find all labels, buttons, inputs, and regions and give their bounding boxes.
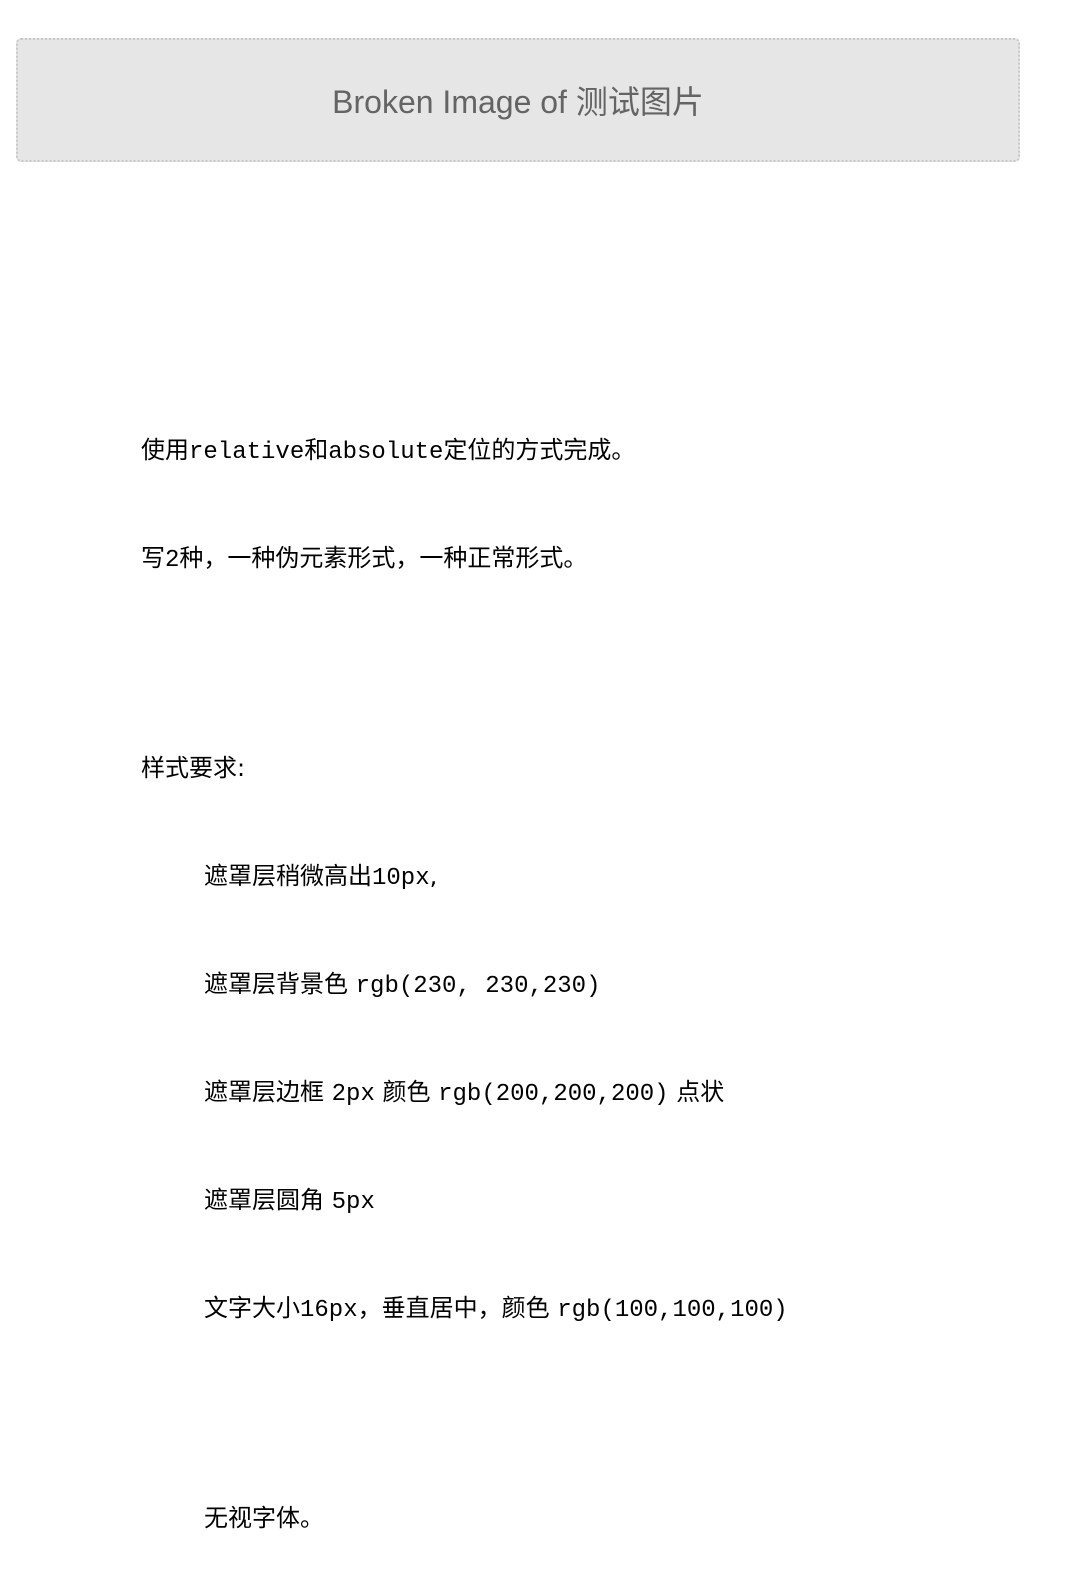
text-segment: 颜色 xyxy=(374,1078,439,1106)
text-segment: , xyxy=(429,862,438,890)
code-value: rgb(100,100,100) xyxy=(557,1297,788,1324)
broken-image-label: Broken Image of 测试图片 xyxy=(332,84,704,120)
code-value: 10px xyxy=(372,865,430,892)
text-segment: 写 xyxy=(141,544,165,572)
text-segment: 使用 xyxy=(141,436,189,464)
requirement-5: 文字大小16px，垂直居中，颜色 rgb(100,100,100) xyxy=(141,1290,1041,1326)
broken-image-placeholder: Broken Image of 测试图片 xyxy=(16,38,1020,162)
requirement-4: 遮罩层圆角 5px xyxy=(141,1182,1041,1218)
code-value: 5px xyxy=(331,1189,375,1216)
note: 无视字体。 xyxy=(204,1504,324,1532)
description-line-2: 写2种，一种伪元素形式，一种正常形式。 xyxy=(141,540,1041,576)
description-line-1: 使用relative和absolute定位的方式完成。 xyxy=(141,432,1041,468)
text-segment: ，垂直居中，颜色 xyxy=(357,1294,558,1322)
text-segment: 种，一种伪元素形式，一种正常形式。 xyxy=(179,544,588,572)
code-value: 16px xyxy=(300,1297,358,1324)
text-segment: 遮罩层背景色 xyxy=(204,970,356,998)
requirement-2: 遮罩层背景色 rgb(230, 230,230) xyxy=(141,966,1041,1002)
code-value: rgb(200,200,200) xyxy=(438,1081,669,1108)
code-absolute: absolute xyxy=(328,439,444,466)
requirement-3: 遮罩层边框 2px 颜色 rgb(200,200,200) 点状 xyxy=(141,1074,1041,1110)
requirement-1: 遮罩层稍微高出10px, xyxy=(141,858,1041,894)
code-value: 2px xyxy=(331,1081,375,1108)
text-segment: 遮罩层圆角 xyxy=(204,1186,332,1214)
text-segment: 和 xyxy=(304,436,329,464)
text-segment: 定位的方式完成。 xyxy=(443,436,636,464)
code-number: 2 xyxy=(165,547,180,574)
text-segment: 点状 xyxy=(668,1078,725,1106)
code-relative: relative xyxy=(189,439,305,466)
text-segment: 文字大小 xyxy=(204,1294,300,1322)
text-segment: 遮罩层稍微高出 xyxy=(204,862,372,890)
style-heading: 样式要求: xyxy=(141,754,246,782)
task-description: 使用relative和absolute定位的方式完成。 写2种，一种伪元素形式，… xyxy=(141,360,1041,1572)
code-value: rgb(230, 230,230) xyxy=(355,973,601,1000)
text-segment: 遮罩层边框 xyxy=(204,1078,332,1106)
